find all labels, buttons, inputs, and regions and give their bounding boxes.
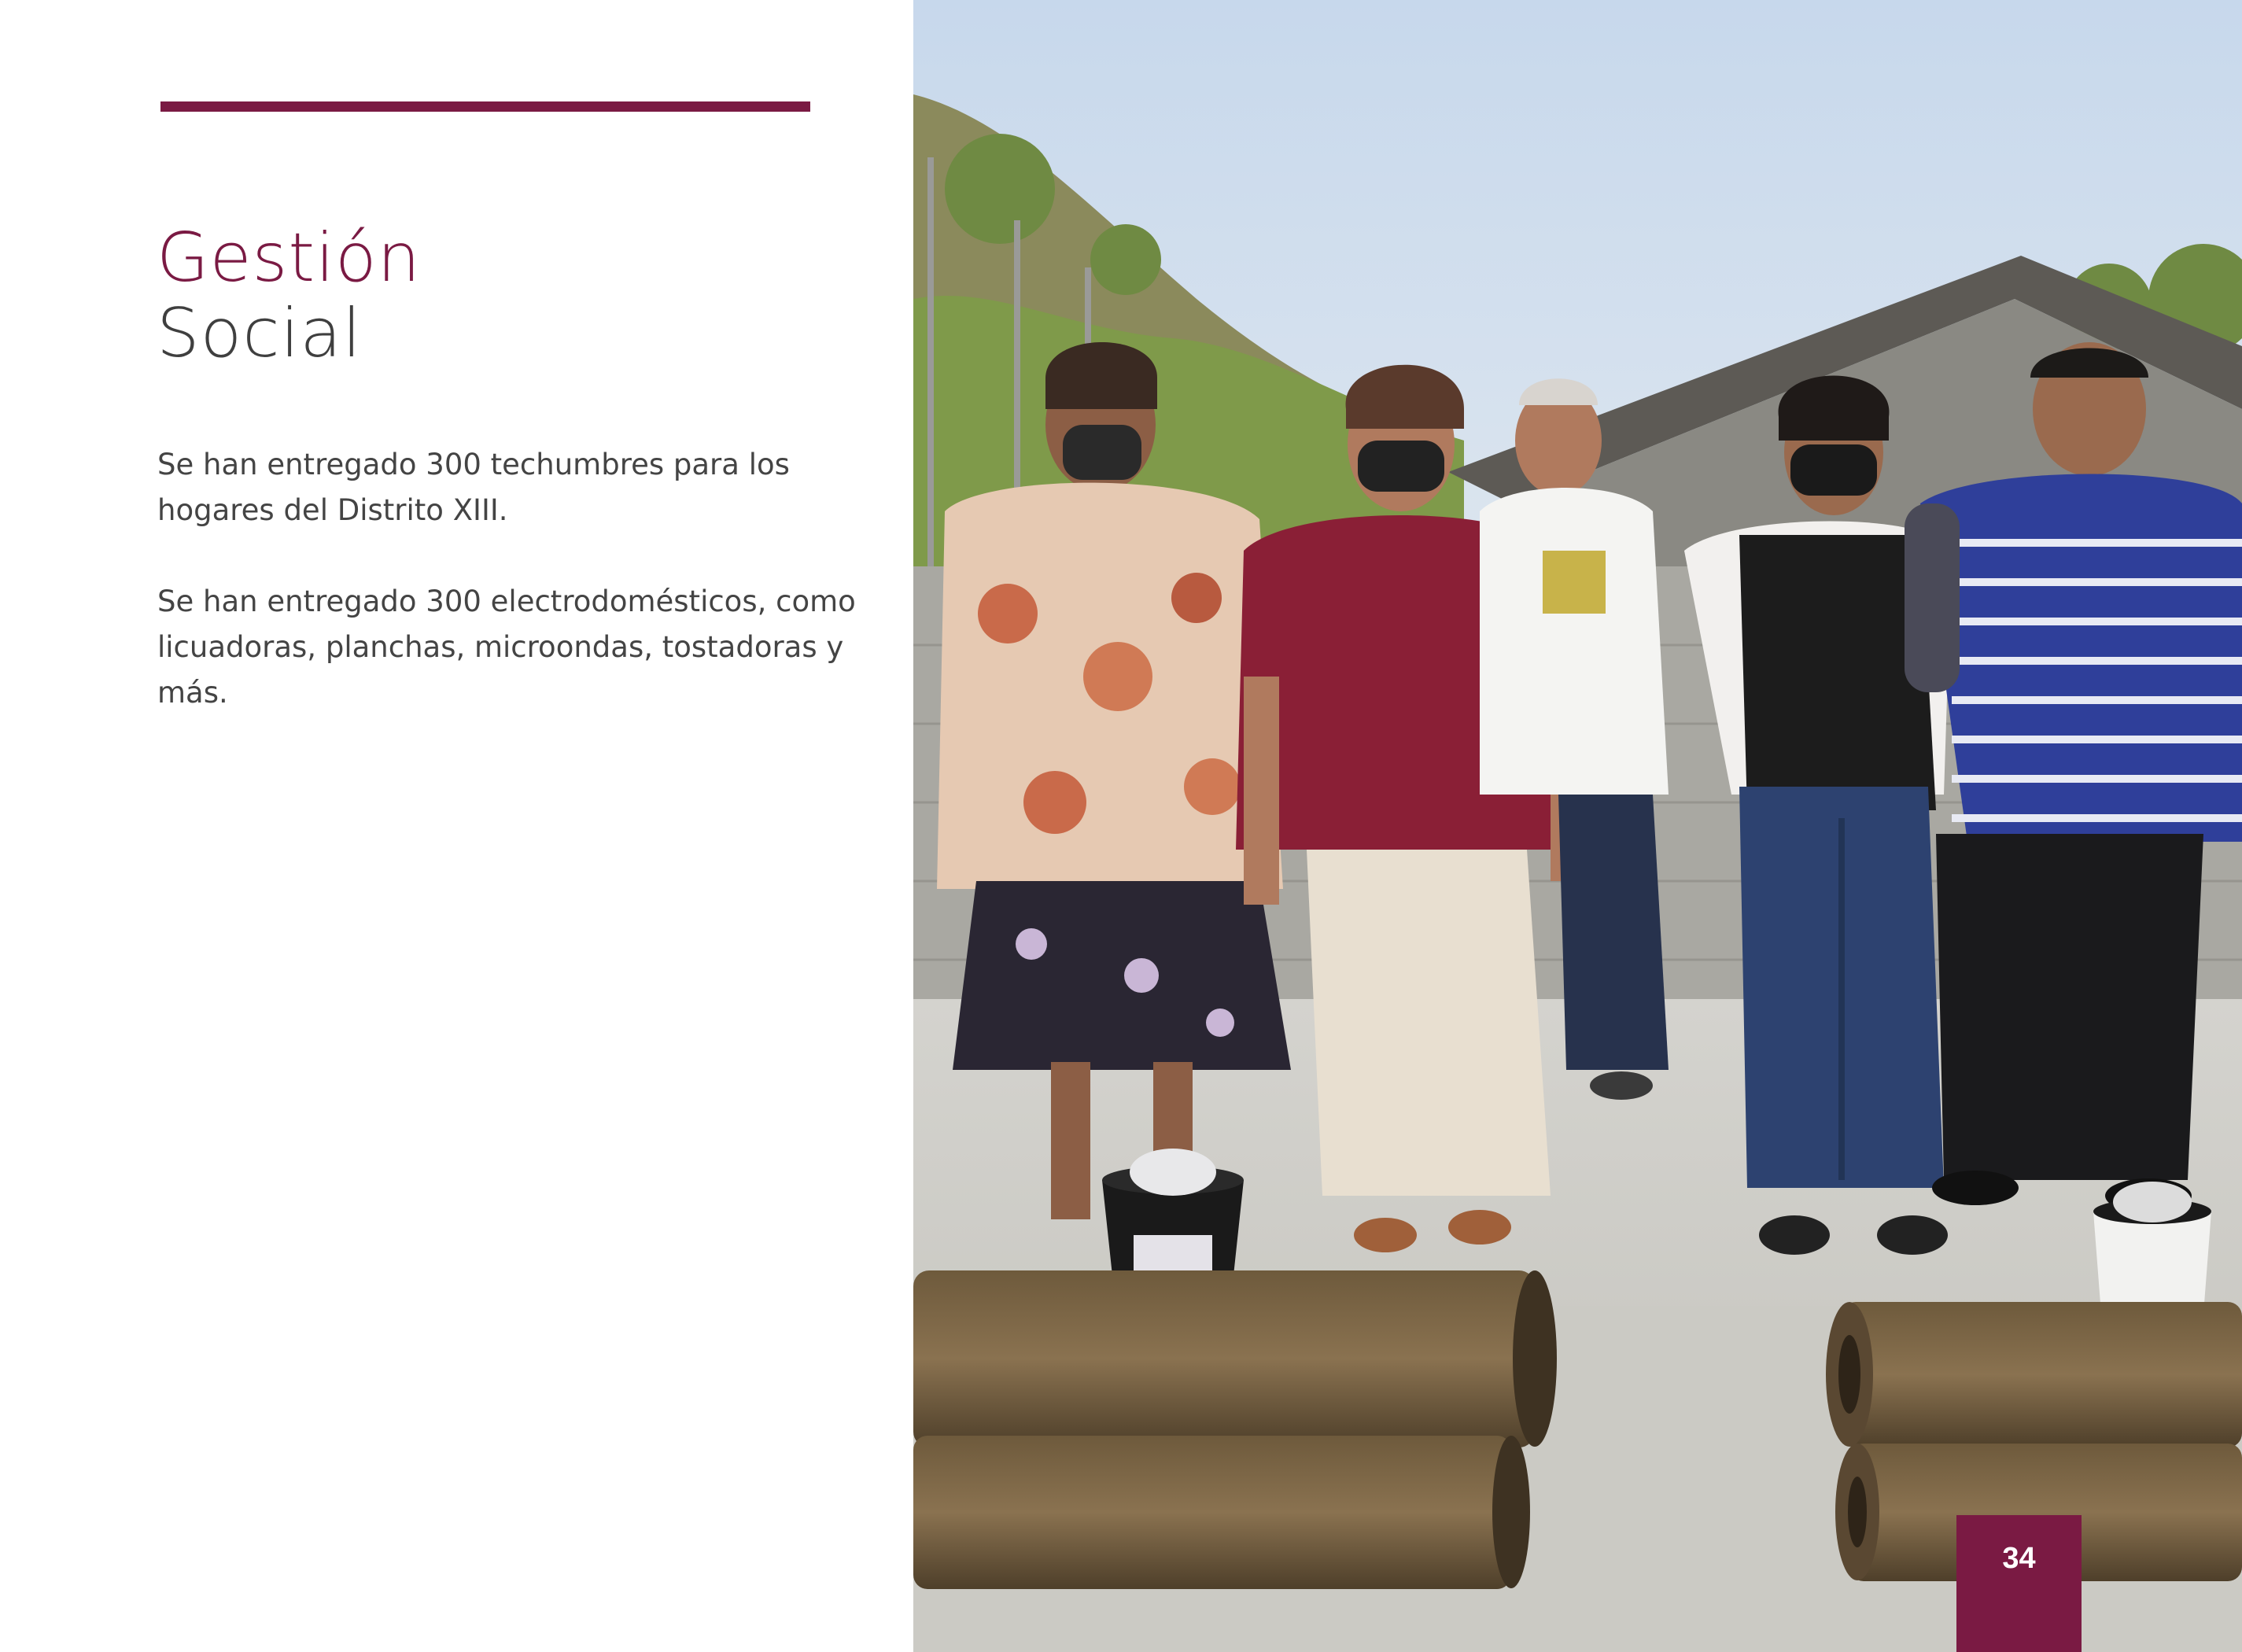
roofing-roll-1 xyxy=(913,1270,1557,1447)
paragraph-roofs: Se han entregado 300 techumbres para los… xyxy=(157,448,790,527)
document-page: Gestión Social Se han entregado 300 tech… xyxy=(0,0,2242,1652)
section-title: Gestión Social xyxy=(157,220,865,371)
paragraph-appliances: Se han entregado 300 electrodomésticos, … xyxy=(157,584,856,710)
page-number: 34 xyxy=(2002,1542,2036,1575)
community-photo xyxy=(913,0,2242,1652)
page-number-badge: 34 xyxy=(1956,1515,2082,1652)
body-text: Se han entregado 300 techumbres para los… xyxy=(157,442,881,761)
text-panel: Gestión Social Se han entregado 300 tech… xyxy=(0,0,913,1652)
title-accent-bar xyxy=(160,101,810,112)
title-line-primary: Gestión xyxy=(157,219,422,297)
roofing-roll-2 xyxy=(913,1436,1530,1589)
roofing-roll-3 xyxy=(1826,1302,2242,1447)
title-line-secondary: Social xyxy=(157,294,362,373)
photo-illustration xyxy=(913,0,2242,1652)
